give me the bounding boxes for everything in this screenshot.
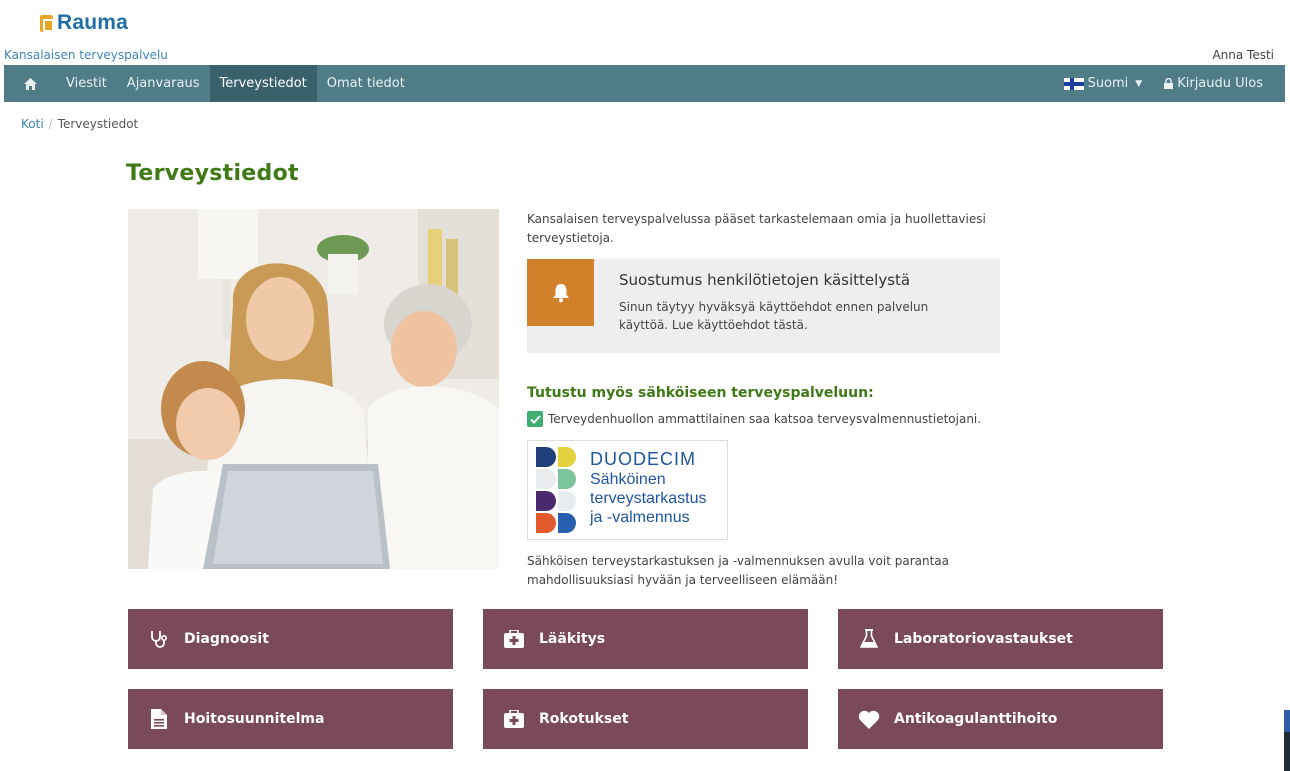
ehealth-description: Sähköisen terveystarkastuksen ja -valmen… [527, 554, 949, 587]
bell-icon [552, 283, 569, 302]
medkit-icon [503, 628, 525, 650]
tile-label: Lääkitys [539, 631, 606, 647]
permission-checkbox-label: Terveydenhuollon ammattilainen saa katso… [548, 412, 982, 426]
main-navbar: Viestit Ajanvaraus Terveystiedot Omat ti… [4, 65, 1285, 102]
tile-laboratoriovastaukset[interactable]: Laboratoriovastaukset [838, 609, 1163, 669]
breadcrumb-current: Terveystiedot [57, 117, 139, 131]
consent-notice[interactable]: Suostumus henkilötietojen käsittelystä S… [527, 259, 1000, 353]
nav-item-terveystiedot[interactable]: Terveystiedot [209, 65, 317, 102]
language-dropdown[interactable]: Suomi ▼ [1063, 76, 1143, 91]
document-icon [148, 708, 170, 730]
tile-hoitosuunnitelma[interactable]: Hoitosuunnitelma [128, 689, 453, 749]
tile-diagnoosit[interactable]: Diagnoosit [128, 609, 453, 669]
nav-home-button[interactable] [4, 65, 56, 102]
consent-title: Suostumus henkilötietojen käsittelystä [619, 271, 911, 289]
breadcrumb-home-link[interactable]: Koti [21, 117, 44, 131]
duodecim-banner[interactable]: DUODECIM Sähköinen terveystarkastus ja -… [527, 440, 728, 540]
stethoscope-icon [148, 628, 170, 650]
duodecim-brand: DUODECIM [590, 449, 696, 469]
consent-icon-box [527, 259, 594, 326]
breadcrumb: Koti / Terveystiedot [21, 117, 138, 131]
tile-label: Diagnoosit [184, 631, 269, 647]
logout-button[interactable]: Kirjaudu Ulos [1164, 76, 1263, 91]
page: Rauma Kansalaisen terveyspalvelu Anna Te… [0, 0, 1290, 771]
nav-item-omat-tiedot[interactable]: Omat tiedot [317, 65, 415, 102]
language-label: Suomi [1087, 76, 1129, 91]
finland-flag-icon [1063, 77, 1084, 90]
tile-rokotukset[interactable]: Rokotukset [483, 689, 808, 749]
nav-item-viestit[interactable]: Viestit [56, 65, 117, 102]
logo-text: Rauma [57, 11, 129, 34]
ehealth-heading: Tutustu myös sähköiseen terveyspalveluun… [527, 385, 874, 401]
caret-down-icon: ▼ [1135, 78, 1143, 89]
logo-icon [40, 14, 54, 32]
flask-icon [858, 628, 880, 650]
tile-label: Hoitosuunnitelma [184, 711, 325, 727]
medkit-icon [503, 708, 525, 730]
scrollbar-edge-accent [1284, 710, 1290, 732]
consent-text[interactable]: Sinun täytyy hyväksyä käyttöehdot ennen … [619, 298, 959, 334]
logout-label: Kirjaudu Ulos [1177, 76, 1263, 91]
duodecim-line: Sähköinen [590, 471, 666, 488]
permission-checkbox-row[interactable]: Terveydenhuollon ammattilainen saa katso… [527, 411, 981, 427]
rauma-logo[interactable]: Rauma [40, 11, 128, 35]
tile-laakitys[interactable]: Lääkitys [483, 609, 808, 669]
user-name: Anna Testi [1212, 48, 1274, 62]
intro-text: Kansalaisen terveyspalvelussa pääset tar… [527, 212, 986, 245]
service-name[interactable]: Kansalaisen terveyspalvelu [4, 48, 168, 62]
permission-checkbox[interactable] [527, 411, 543, 427]
tile-label: Rokotukset [539, 711, 629, 727]
tile-label: Laboratoriovastaukset [894, 631, 1073, 647]
lock-icon [1164, 78, 1174, 89]
checkmark-icon [529, 414, 541, 424]
heart-icon [858, 708, 880, 730]
tile-antikoagulanttihoito[interactable]: Antikoagulanttihoito [838, 689, 1163, 749]
family-photo [128, 209, 499, 569]
nav-item-ajanvaraus[interactable]: Ajanvaraus [117, 65, 210, 102]
duodecim-line: ja -valmennus [590, 509, 690, 526]
page-title: Terveystiedot [126, 161, 299, 186]
duodecim-line: terveystarkastus [590, 490, 707, 507]
home-icon [23, 77, 37, 90]
duodecim-logo-icon [536, 447, 576, 533]
breadcrumb-separator: / [48, 117, 53, 131]
tile-label: Antikoagulanttihoito [894, 711, 1058, 727]
